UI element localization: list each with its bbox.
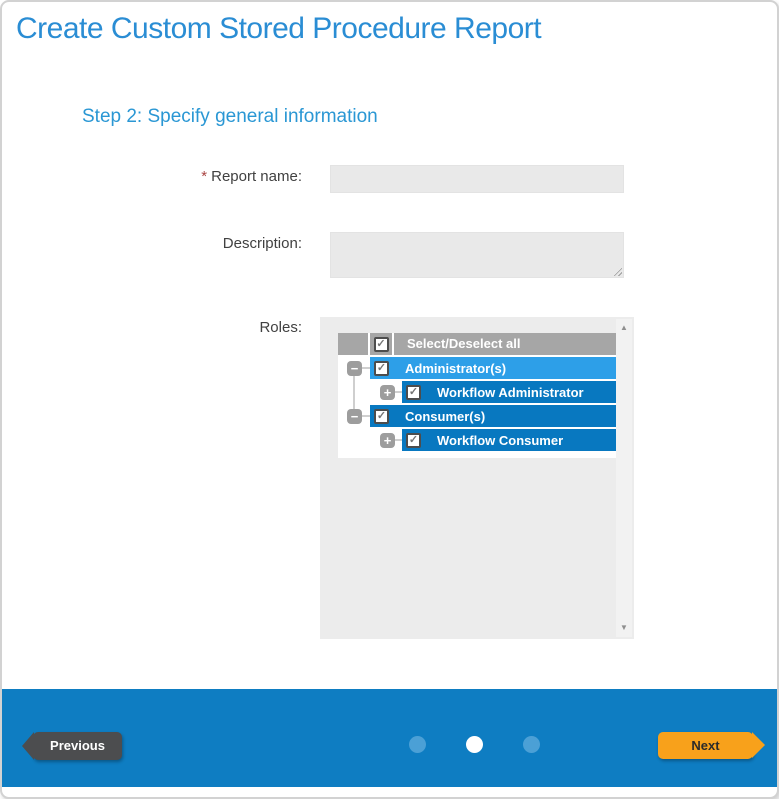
tree-row-bar[interactable]: ✓ Consumer(s) xyxy=(370,405,616,427)
check-icon: ✓ xyxy=(409,387,418,398)
workflow-administrator-checkbox[interactable]: ✓ xyxy=(406,385,421,400)
page-title: Create Custom Stored Procedure Report xyxy=(16,12,541,46)
description-label-text: Description: xyxy=(223,235,302,252)
tree-connector-line xyxy=(362,367,370,369)
consumers-checkbox[interactable]: ✓ xyxy=(374,409,389,424)
tree-connector-line xyxy=(395,391,402,393)
description-field-wrap xyxy=(330,232,624,278)
roles-tree: ✓ Select/Deselect all ✓ Administrator(s)… xyxy=(338,333,616,458)
select-all-label: Select/Deselect all xyxy=(394,333,616,355)
wizard-dialog: Create Custom Stored Procedure Report St… xyxy=(0,0,779,799)
tree-row-label: Workflow Consumer xyxy=(437,433,563,448)
wizard-footer: Previous Next xyxy=(2,689,777,787)
check-icon: ✓ xyxy=(376,339,385,350)
scroll-up-icon[interactable]: ▲ xyxy=(620,324,628,332)
previous-button[interactable]: Previous xyxy=(33,732,122,760)
tree-connector-line xyxy=(362,415,370,417)
tree-row-label: Workflow Administrator xyxy=(437,385,584,400)
description-label: Description: xyxy=(62,235,302,252)
roles-scrollbar[interactable]: ▲ ▼ xyxy=(616,319,632,637)
tree-row-administrators[interactable]: ✓ Administrator(s) xyxy=(338,357,616,379)
collapse-icon[interactable]: − xyxy=(347,409,362,424)
roles-listbox: ✓ Select/Deselect all ✓ Administrator(s)… xyxy=(320,317,634,639)
check-icon: ✓ xyxy=(377,363,386,374)
tree-row-bar[interactable]: ✓ Workflow Consumer xyxy=(402,429,616,451)
tree-row-bar[interactable]: ✓ Administrator(s) xyxy=(370,357,616,379)
report-name-input[interactable] xyxy=(330,165,624,193)
roles-label: Roles: xyxy=(62,319,302,336)
header-check-cell: ✓ xyxy=(370,333,392,355)
step-heading: Step 2: Specify general information xyxy=(82,106,378,128)
scroll-down-icon[interactable]: ▼ xyxy=(620,624,628,632)
check-icon: ✓ xyxy=(409,435,418,446)
next-button[interactable]: Next xyxy=(658,732,753,759)
collapse-icon[interactable]: − xyxy=(347,361,362,376)
roles-label-text: Roles: xyxy=(259,319,302,336)
description-input[interactable] xyxy=(330,232,624,278)
pagination-dot-active xyxy=(466,736,483,753)
tree-row-label: Consumer(s) xyxy=(405,409,485,424)
header-blank-cell xyxy=(338,333,368,355)
pagination-dot xyxy=(523,736,540,753)
required-asterisk: * xyxy=(201,168,207,185)
tree-connector-line xyxy=(395,439,402,441)
select-all-checkbox[interactable]: ✓ xyxy=(374,337,389,352)
tree-row-consumers[interactable]: ✓ Consumer(s) xyxy=(338,405,616,427)
administrators-checkbox[interactable]: ✓ xyxy=(374,361,389,376)
expand-icon[interactable]: + xyxy=(380,385,395,400)
report-name-label-text: Report name: xyxy=(211,168,302,185)
report-name-label: *Report name: xyxy=(62,168,302,185)
expand-icon[interactable]: + xyxy=(380,433,395,448)
workflow-consumer-checkbox[interactable]: ✓ xyxy=(406,433,421,448)
tree-connector-line xyxy=(353,376,355,409)
tree-row-label: Administrator(s) xyxy=(405,361,506,376)
select-all-row[interactable]: ✓ Select/Deselect all xyxy=(338,333,616,355)
check-icon: ✓ xyxy=(377,411,386,422)
pagination-dot xyxy=(409,736,426,753)
tree-row-bar[interactable]: ✓ Workflow Administrator xyxy=(402,381,616,403)
